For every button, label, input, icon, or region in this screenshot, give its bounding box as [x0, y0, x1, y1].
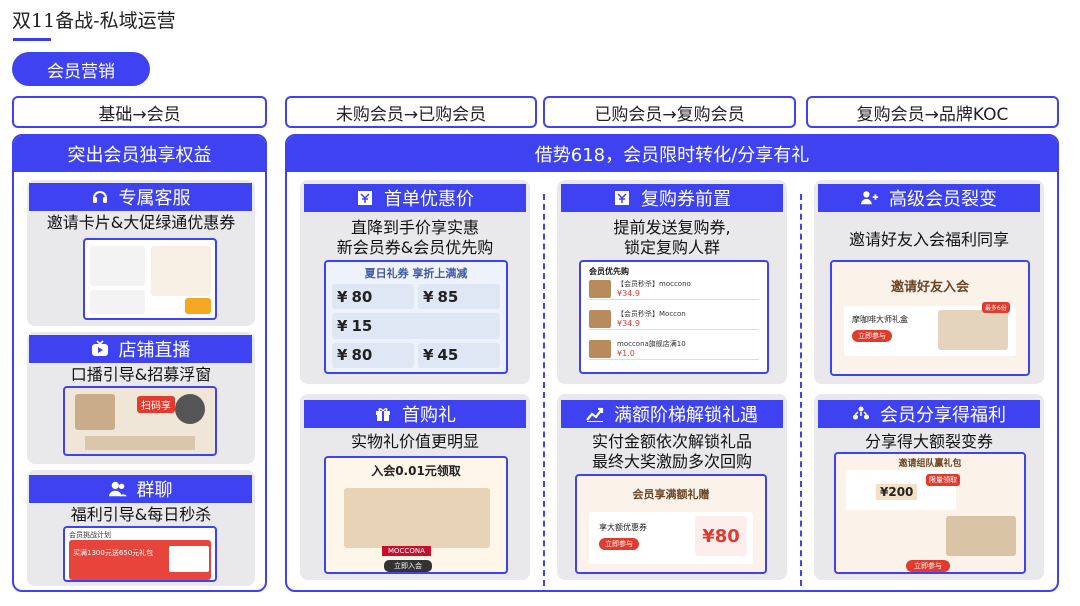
stage-purchased-to-repurchase[interactable]: 已购会员→复购会员	[543, 96, 796, 128]
card-title-group-chat: 群聊	[29, 475, 252, 503]
coupon-item: ¥85	[418, 284, 500, 310]
screenshot-invite-friends: 邀请好友入会 摩咖啡大师礼盒 立即参与 最多6份	[830, 260, 1030, 376]
card-title-exclusive-service: 专属客服	[29, 183, 252, 211]
card-title-member-fission: 高级会员裂变	[818, 184, 1040, 212]
card-subtitle: 口播引导&招募浮窗	[70, 365, 212, 384]
card-subtitle: 福利引导&每日秒杀	[70, 505, 212, 524]
card-exclusive-service: 专属客服 邀请卡片&大促绿通优惠券	[27, 180, 255, 326]
separator	[543, 194, 545, 586]
card-share-rewards: 会员分享得福利 分享得大额裂变券 邀请组队赢礼包 ¥200 限量领取 立即参与	[814, 394, 1044, 580]
join-button[interactable]: 立即参与	[906, 560, 950, 572]
left-column-header: 突出会员独享权益	[14, 136, 265, 172]
group-icon	[108, 480, 127, 498]
screenshot-tier-gift: 会员享满额礼赠 享大额优惠券 立即参与 ¥80	[575, 474, 767, 574]
list-item: 【会员秒杀】moccono ¥34.9	[589, 278, 759, 300]
list-item: moccona旗舰店满10 ¥1.0	[589, 338, 759, 360]
right-column-header: 借势618，会员限时转化/分享有礼	[287, 136, 1057, 172]
card-title-share-rewards: 会员分享得福利	[818, 400, 1040, 428]
card-first-purchase-gift: 首购礼 实物礼价值更明显 入会0.01元领取 MOCCONA 立即入会	[300, 394, 530, 580]
live-badge: 扫码享	[137, 396, 175, 413]
screenshot-member-priority: 会员优先购 【会员秒杀】moccono ¥34.9 【会员秒杀】Moccon ¥34…	[579, 260, 769, 374]
list-item: 【会员秒杀】Moccon ¥34.9	[589, 308, 759, 330]
separator	[800, 194, 802, 586]
live-tv-icon	[91, 340, 109, 358]
card-title-store-live: 店铺直播	[29, 335, 252, 363]
stage-basic-to-member[interactable]: 基础→会员	[12, 96, 267, 128]
add-user-icon	[861, 189, 879, 207]
chart-up-icon	[586, 405, 604, 423]
coupon-item: ¥80	[332, 342, 414, 368]
join-button[interactable]: 立即参与	[599, 538, 639, 550]
screenshot-chat-preview	[83, 238, 217, 320]
page-title: 双11备战-私域运营	[12, 10, 176, 32]
section-pill-member-marketing[interactable]: 会员营销	[12, 52, 150, 86]
card-group-chat: 群聊 福利引导&每日秒杀 会员挑战计划 买满1300元送650元礼包	[27, 470, 255, 586]
card-store-live: 店铺直播 口播引导&招募浮窗 扫码享	[27, 332, 255, 464]
card-title-first-purchase-gift: 首购礼	[304, 400, 526, 428]
card-repurchase-coupon: 复购券前置 提前发送复购券, 锁定复购人群 会员优先购 【会员秒杀】moccon…	[557, 180, 787, 384]
left-column: 突出会员独享权益 专属客服 邀请卡片&大促绿通优惠券 店铺直播 口播引导&招募浮…	[12, 134, 267, 592]
coupon-item: ¥80	[332, 284, 414, 310]
share-people-icon	[852, 405, 870, 423]
card-title-first-order-price: 首单优惠价	[304, 184, 526, 212]
coupon-item: ¥15	[332, 313, 500, 339]
gift-icon	[374, 405, 392, 423]
voucher-icon	[356, 189, 374, 207]
title-underline	[13, 38, 51, 41]
card-first-order-price: 首单优惠价 直降到手价享实惠 新会员券&会员优先购 夏日礼券 享折上满减 ¥80…	[300, 180, 530, 384]
screenshot-group-chat: 会员挑战计划 买满1300元送650元礼包	[63, 526, 217, 582]
join-button[interactable]: 立即参与	[852, 330, 892, 342]
card-tiered-rewards: 满额阶梯解锁礼遇 实付金额依次解锁礼品 最终大奖激励多次回购 会员享满额礼赠 享…	[557, 394, 787, 580]
coupon-item: ¥45	[418, 342, 500, 368]
join-member-button[interactable]: 立即入会	[384, 560, 432, 572]
voucher-icon	[613, 189, 631, 207]
screenshot-team-invite: 邀请组队赢礼包 ¥200 限量领取 立即参与	[834, 452, 1026, 574]
screenshot-first-gift: 入会0.01元领取 MOCCONA 立即入会	[324, 456, 508, 574]
screenshot-coupons: 夏日礼券 享折上满减 ¥80 ¥85 ¥15 ¥80 ¥45	[324, 260, 508, 374]
card-subtitle: 邀请卡片&大促绿通优惠券	[46, 213, 236, 232]
stage-repurchase-to-koc[interactable]: 复购会员→品牌KOC	[806, 96, 1059, 128]
stage-unpurchased-to-purchased[interactable]: 未购会员→已购会员	[285, 96, 537, 128]
screenshot-live-room: 扫码享	[63, 386, 217, 456]
card-title-repurchase-coupon: 复购券前置	[561, 184, 783, 212]
card-title-tiered-rewards: 满额阶梯解锁礼遇	[561, 400, 783, 428]
card-member-fission: 高级会员裂变 邀请好友入会福利同享 邀请好友入会 摩咖啡大师礼盒 立即参与 最多…	[814, 180, 1044, 384]
headset-icon	[91, 188, 109, 206]
